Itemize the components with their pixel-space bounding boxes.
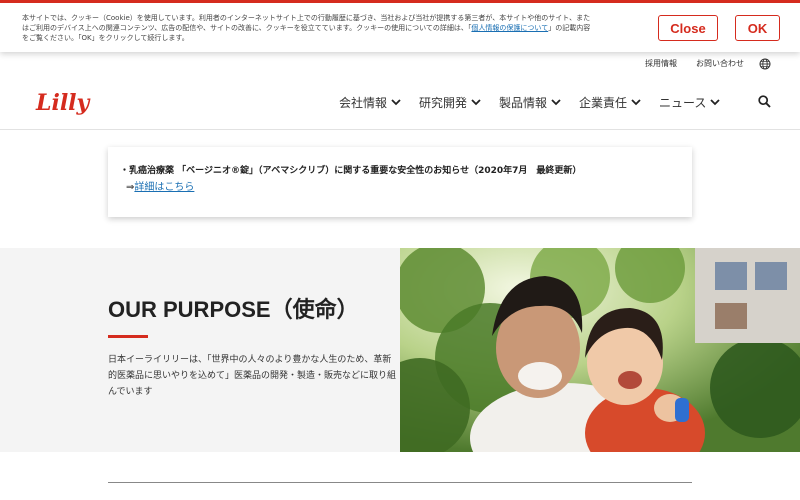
lilly-logo[interactable]: Lilly bbox=[34, 84, 94, 120]
nav-news-label: ニュース bbox=[659, 96, 707, 110]
chevron-down-icon bbox=[391, 99, 401, 106]
cookie-close-button[interactable]: Close bbox=[658, 15, 718, 41]
search-icon[interactable] bbox=[758, 95, 771, 108]
notice-text: ・乳癌治療薬 「ベージニオ®錠」（アベマシクリブ）に関する重要な安全性のお知らせ… bbox=[120, 166, 582, 176]
hero-photo bbox=[400, 248, 800, 452]
privacy-link[interactable]: 個人情報の保護について bbox=[471, 24, 548, 32]
nav-responsibility[interactable]: 企業責任 bbox=[579, 94, 641, 111]
cookie-text-line3: をご覧ください。「OK」をクリックして続行します。 bbox=[22, 34, 189, 42]
page: 本サイトでは、クッキー（Cookie）を使用しています。利用者のインターネットサ… bbox=[0, 0, 800, 500]
cookie-ok-button[interactable]: OK bbox=[735, 15, 780, 41]
header-divider bbox=[0, 129, 800, 130]
purpose-section: OUR PURPOSE（使命） 日本イーライリリーは、「世界中の人々のより豊かな… bbox=[0, 248, 400, 452]
contact-link[interactable]: お問い合わせ bbox=[696, 58, 744, 69]
chevron-down-icon bbox=[551, 99, 561, 106]
chevron-down-icon bbox=[710, 99, 721, 106]
section-divider bbox=[108, 482, 692, 483]
cookie-text-line1: 本サイトでは、クッキー（Cookie）を使用しています。利用者のインターネットサ… bbox=[22, 14, 591, 22]
nav-news[interactable]: ニュース bbox=[659, 94, 721, 111]
purpose-title: OUR PURPOSE（使命） bbox=[108, 297, 359, 322]
nav-responsibility-label: 企業責任 bbox=[579, 96, 628, 110]
purpose-accent-rule bbox=[108, 335, 148, 338]
cookie-banner: 本サイトでは、クッキー（Cookie）を使用しています。利用者のインターネットサ… bbox=[0, 0, 800, 52]
notice-link-line: ⇒詳細はこちら bbox=[126, 178, 194, 193]
purpose-description: 日本イーライリリーは、「世界中の人々のより豊かな人生のため、革新的医薬品に思いや… bbox=[108, 355, 397, 397]
careers-link[interactable]: 採用情報 bbox=[645, 58, 677, 69]
nav-company[interactable]: 会社情報 bbox=[339, 94, 401, 111]
logo-text: Lilly bbox=[35, 90, 92, 116]
nav-company-label: 会社情報 bbox=[339, 96, 388, 110]
safety-notice: ・乳癌治療薬 「ベージニオ®錠」（アベマシクリブ）に関する重要な安全性のお知らせ… bbox=[108, 147, 692, 217]
nav-products-label: 製品情報 bbox=[499, 96, 548, 110]
cookie-text-line2-end: 」の記載内容 bbox=[548, 24, 591, 32]
details-link[interactable]: 詳細はこちら bbox=[134, 182, 194, 193]
chevron-down-icon bbox=[471, 99, 481, 106]
chevron-down-icon bbox=[631, 99, 641, 106]
nav-research[interactable]: 研究開発 bbox=[419, 94, 481, 111]
nav-research-label: 研究開発 bbox=[419, 96, 468, 110]
cookie-text-line2: はご利用のデバイス上への関連コンテンツ、広告の配信や、サイトの改善に、クッキーを… bbox=[22, 24, 472, 32]
globe-icon[interactable] bbox=[759, 58, 771, 70]
cookie-text: 本サイトでは、クッキー（Cookie）を使用しています。利用者のインターネットサ… bbox=[22, 13, 642, 43]
nav-products[interactable]: 製品情報 bbox=[499, 94, 561, 111]
